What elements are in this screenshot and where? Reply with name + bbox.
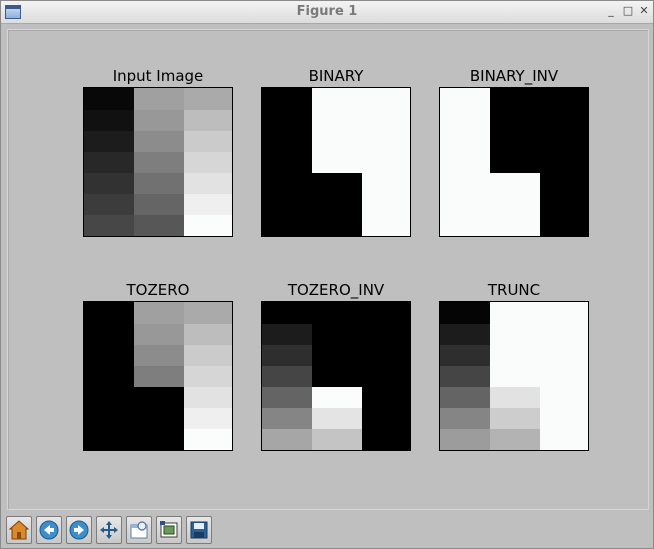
close-icon[interactable]: ✕ bbox=[637, 4, 651, 18]
axes-binary-inv bbox=[439, 87, 589, 237]
zoom-button[interactable] bbox=[126, 516, 152, 544]
subplot-title: TOZERO bbox=[126, 281, 190, 299]
home-button[interactable] bbox=[6, 516, 32, 544]
binary-image bbox=[262, 88, 410, 236]
minimize-icon[interactable]: _ bbox=[604, 4, 618, 18]
maximize-icon[interactable]: □ bbox=[621, 4, 635, 18]
axes-input-image bbox=[83, 87, 233, 237]
save-button[interactable] bbox=[186, 516, 212, 544]
trunc-image bbox=[440, 302, 588, 450]
back-button[interactable] bbox=[36, 516, 62, 544]
configure-subplots-button[interactable] bbox=[156, 516, 182, 544]
tozero-image bbox=[84, 302, 232, 450]
home-icon bbox=[8, 520, 30, 540]
figure-window: Figure 1 _ □ ✕ Input Image BINARY BINARY… bbox=[0, 0, 654, 549]
window-title: Figure 1 bbox=[296, 4, 358, 19]
zoom-icon bbox=[130, 521, 148, 539]
subplot-title: BINARY bbox=[308, 67, 364, 85]
axes-trunc bbox=[439, 301, 589, 451]
binary-inv-image bbox=[440, 88, 588, 236]
subplot-title: TRUNC bbox=[487, 281, 541, 299]
subplots-icon bbox=[160, 521, 178, 538]
axes-tozero bbox=[83, 301, 233, 451]
arrow-right-icon bbox=[69, 520, 89, 540]
navigation-toolbar bbox=[1, 513, 653, 548]
subplot-title: TOZERO_INV bbox=[287, 281, 385, 299]
arrow-left-icon bbox=[39, 520, 59, 540]
forward-button[interactable] bbox=[66, 516, 92, 544]
pan-button[interactable] bbox=[96, 516, 122, 544]
subplot-title: BINARY_INV bbox=[469, 67, 559, 85]
axes-tozero-inv bbox=[261, 301, 411, 451]
figure-canvas[interactable]: Input Image BINARY BINARY_INV TOZERO TOZ… bbox=[7, 29, 649, 510]
subplot-title: Input Image bbox=[112, 67, 204, 85]
tozero-inv-image bbox=[262, 302, 410, 450]
input-image bbox=[84, 88, 232, 236]
move-icon bbox=[100, 521, 118, 539]
axes-binary bbox=[261, 87, 411, 237]
save-icon bbox=[190, 521, 208, 539]
title-bar: Figure 1 _ □ ✕ bbox=[1, 1, 653, 24]
